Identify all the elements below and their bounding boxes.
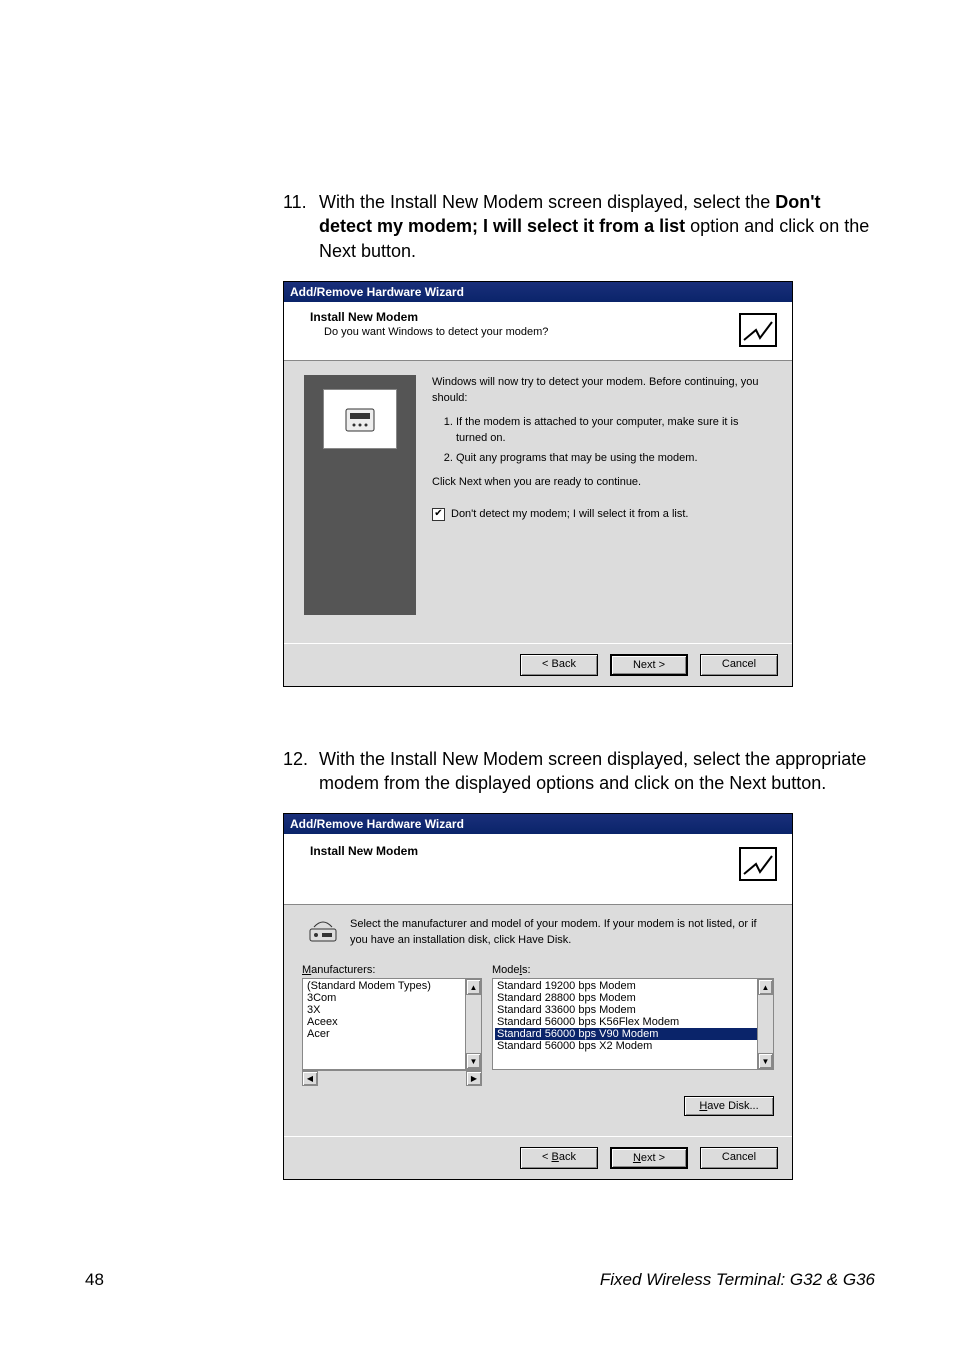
scrollbar-vertical[interactable]: ▲ ▼	[757, 979, 773, 1069]
next-button[interactable]: Next >	[610, 1147, 688, 1169]
list-item[interactable]: Standard 28800 bps Modem	[495, 992, 771, 1004]
info-text: Select the manufacturer and model of you…	[350, 917, 774, 948]
dont-detect-checkbox-row[interactable]: ✔ Don't detect my modem; I will select i…	[432, 507, 772, 523]
dialog-footer: < Back Next > Cancel	[284, 1136, 792, 1179]
cancel-button[interactable]: Cancel	[700, 654, 778, 676]
scroll-down-icon[interactable]: ▼	[758, 1053, 773, 1069]
manufacturers-listbox[interactable]: (Standard Modem Types)3Com3XAceexAcer ▲ …	[302, 978, 482, 1070]
install-new-modem-dialog-1: Add/Remove Hardware Wizard Install New M…	[283, 281, 793, 687]
dialog-body-text: Windows will now try to detect your mode…	[432, 375, 772, 615]
wizard-icon	[736, 844, 780, 884]
list-item[interactable]: 3X	[305, 1004, 479, 1016]
list-item[interactable]: Standard 56000 bps X2 Modem	[495, 1040, 771, 1052]
list-item[interactable]: Standard 56000 bps V90 Modem	[495, 1028, 771, 1040]
install-new-modem-dialog-2: Add/Remove Hardware Wizard Install New M…	[283, 813, 793, 1180]
models-label: Models:	[492, 964, 774, 976]
step-12-instruction: 12. With the Install New Modem screen di…	[283, 747, 875, 796]
list-item[interactable]: Standard 19200 bps Modem	[495, 980, 771, 992]
next-button[interactable]: Next >	[610, 654, 688, 676]
dialog-header: Install New Modem	[284, 834, 792, 905]
dialog-titlebar: Add/Remove Hardware Wizard	[284, 282, 792, 302]
scrollbar-horizontal[interactable]: ◀ ▶	[302, 1070, 482, 1086]
list-item[interactable]: Acer	[305, 1028, 479, 1040]
dialog-header-title: Install New Modem	[310, 310, 726, 324]
manufacturers-label: Manufacturers:	[302, 964, 482, 976]
back-button[interactable]: < Back	[520, 1147, 598, 1169]
step-text: With the Install New Modem screen displa…	[319, 747, 875, 796]
scroll-left-icon[interactable]: ◀	[302, 1071, 318, 1086]
dialog-header-title: Install New Modem	[310, 844, 418, 858]
scroll-right-icon[interactable]: ▶	[466, 1071, 482, 1086]
modem-icon	[308, 917, 338, 945]
back-button[interactable]: < Back	[520, 654, 598, 676]
list-item[interactable]: Aceex	[305, 1016, 479, 1028]
step-11-instruction: 11. With the Install New Modem screen di…	[283, 190, 875, 263]
scroll-up-icon[interactable]: ▲	[758, 979, 773, 995]
step-number: 12.	[283, 747, 319, 796]
wizard-icon	[736, 310, 780, 350]
checkbox-icon[interactable]: ✔	[432, 508, 445, 521]
dialog-header-subtitle: Do you want Windows to detect your modem…	[310, 326, 726, 338]
dialog-footer: < Back Next > Cancel	[284, 643, 792, 686]
page-footer: 48 Fixed Wireless Terminal: G32 & G36	[85, 1270, 875, 1290]
list-item[interactable]: Standard 56000 bps K56Flex Modem	[495, 1016, 771, 1028]
scrollbar-vertical[interactable]: ▲ ▼	[465, 979, 481, 1069]
step-text: With the Install New Modem screen displa…	[319, 190, 875, 263]
checkbox-label: Don't detect my modem; I will select it …	[451, 507, 688, 523]
wizard-side-graphic	[304, 375, 416, 615]
list-item[interactable]: Standard 33600 bps Modem	[495, 1004, 771, 1016]
list-item[interactable]: 3Com	[305, 992, 479, 1004]
cancel-button[interactable]: Cancel	[700, 1147, 778, 1169]
have-disk-button[interactable]: Have Disk...	[684, 1096, 774, 1116]
info-row: Select the manufacturer and model of you…	[302, 917, 774, 948]
page-number: 48	[85, 1270, 104, 1290]
scroll-down-icon[interactable]: ▼	[466, 1053, 481, 1069]
footer-title: Fixed Wireless Terminal: G32 & G36	[600, 1270, 875, 1290]
dialog-header: Install New Modem Do you want Windows to…	[284, 302, 792, 361]
step-number: 11.	[283, 190, 319, 263]
scroll-up-icon[interactable]: ▲	[466, 979, 481, 995]
dialog-titlebar: Add/Remove Hardware Wizard	[284, 814, 792, 834]
list-item[interactable]: (Standard Modem Types)	[305, 980, 479, 992]
models-listbox[interactable]: Standard 19200 bps ModemStandard 28800 b…	[492, 978, 774, 1070]
phone-icon	[323, 389, 397, 449]
